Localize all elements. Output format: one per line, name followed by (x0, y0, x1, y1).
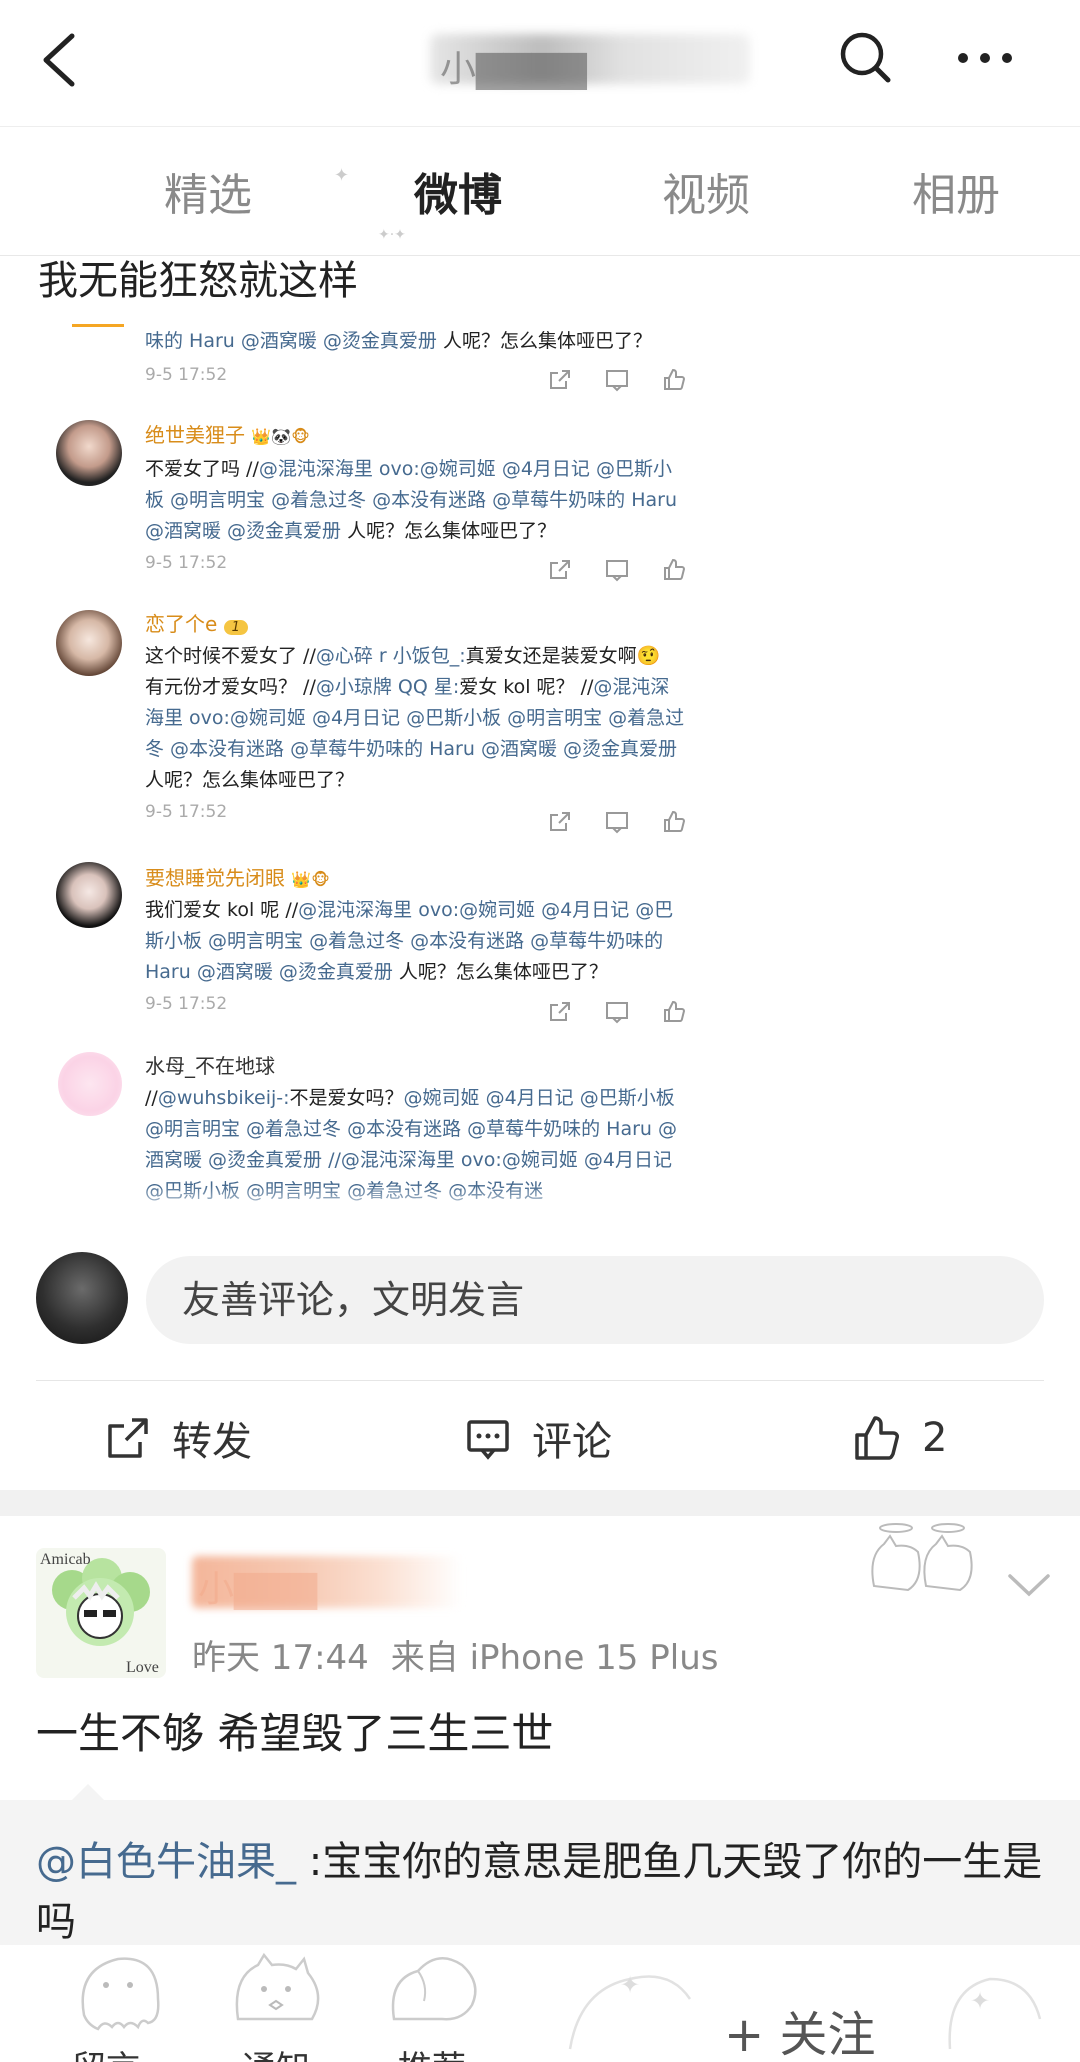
reply-mention[interactable]: @白色牛油果_ (36, 1839, 296, 1885)
comment-icon[interactable] (605, 368, 657, 396)
comment-icon (467, 1420, 509, 1460)
tab-weibo[interactable]: 微博 (414, 159, 502, 223)
comment-author[interactable]: 要想睡觉先闭眼 👑🐵 (145, 862, 685, 891)
repost-button[interactable]: 转发 (104, 1408, 252, 1468)
comment-author[interactable]: 水母_不在地球 (145, 1050, 685, 1079)
repost-icon (108, 1418, 148, 1458)
comment-actions (548, 810, 714, 838)
comment-author[interactable]: 绝世美狸子 👑🐼🐵 (145, 419, 685, 448)
comment-item: 要想睡觉先闭眼 👑🐵 我们爱女 kol 呢 //@混沌深海里 ovo:@婉司姬 … (145, 862, 685, 1014)
comment-actions (548, 558, 714, 586)
comment-actions (548, 368, 714, 396)
post-time: 昨天 17:44 (192, 1638, 369, 1678)
comment-input[interactable]: 友善评论，文明发言 (146, 1256, 1044, 1344)
divider (36, 1380, 1044, 1381)
comment-icon[interactable] (605, 1000, 657, 1028)
comment-author[interactable]: 恋了个e 1 (145, 608, 685, 637)
comment-item: 恋了个e 1 这个时候不爱女了 //@心碎 r 小饭包_:真爱女还是装爱女啊🤨 … (145, 608, 685, 822)
bottom-item-recommend[interactable]: 推荐 (378, 1945, 488, 2062)
back-arrow-icon[interactable] (38, 30, 82, 90)
avatar[interactable] (56, 420, 122, 486)
search-icon[interactable] (838, 30, 894, 86)
post-meta: 昨天 17:44 来自 iPhone 15 Plus (192, 1630, 718, 1679)
svg-text:✦·✦: ✦·✦ (378, 227, 406, 243)
comment-item: 水母_不在地球 //@wuhsbikeij-:不是爱女吗？@婉司姬 @4月日记 … (145, 1050, 685, 1207)
post-body: 一生不够 希望毁了三生三世 (36, 1709, 554, 1758)
comment-icon[interactable] (605, 558, 657, 586)
like-icon[interactable] (662, 1000, 714, 1028)
tab-featured[interactable]: 精选 (164, 159, 252, 223)
like-icon[interactable] (662, 810, 714, 838)
chevron-down-icon[interactable] (1004, 1570, 1054, 1600)
profile-tabs: 精选 ✦ ✦·✦ 微博 视频 相册 (0, 126, 1080, 256)
avatar[interactable] (56, 862, 122, 928)
repost-icon[interactable] (548, 368, 600, 396)
bottom-item-notify[interactable]: 通知 (222, 1945, 332, 2062)
comment-item: 绝世美狸子 👑🐼🐵 不爱女了吗 //@混沌深海里 ovo:@婉司姬 @4月日记 … (145, 419, 685, 573)
my-avatar[interactable] (36, 1252, 128, 1344)
post-heading: 我无能狂怒就这样 (38, 258, 358, 304)
more-options-icon[interactable] (955, 40, 1015, 76)
repost-icon[interactable] (548, 558, 600, 586)
post-source: 来自 iPhone 15 Plus (390, 1638, 719, 1678)
comment-actions (548, 1000, 714, 1028)
tab-videos[interactable]: 视频 (662, 159, 750, 223)
post-author[interactable]: 小▇▇▇ (198, 1560, 317, 1612)
moon-decoration-icon: ✦ ✦·✦ (334, 163, 406, 243)
top-bar: 小▇▇▇▇ (0, 0, 1080, 126)
svg-text:Amicab: Amicab (40, 1551, 91, 1568)
svg-text:✦: ✦ (970, 1987, 990, 2015)
comment-button[interactable]: 评论 (464, 1408, 612, 1468)
profile-title: 小▇▇▇▇ (440, 49, 587, 90)
follow-button[interactable]: + 关注 (724, 1995, 875, 2062)
avatar[interactable] (58, 1052, 122, 1116)
bottom-bar: 留言 通知 推荐 ✦ ✦ (0, 1945, 1080, 2062)
angel-cats-decoration-icon (871, 1523, 973, 1592)
svg-text:✦: ✦ (620, 1971, 640, 1999)
svg-text:Love: Love (126, 1659, 159, 1676)
cute-hand-icon (391, 1957, 477, 2021)
repost-icon[interactable] (548, 1000, 600, 1028)
reply-text: @白色牛油果_ :宝宝你的意思是肥鱼几天毁了你的一生是吗 (36, 1839, 1043, 1945)
section-separator (0, 1490, 1080, 1516)
cute-ghost-icon (81, 1957, 160, 2031)
embedded-screenshot: 我无能狂怒就这样 味的 Haru @酒窝暖 @烫金真爱册 人呢？怎么集体哑巴了？… (0, 256, 1080, 1216)
like-icon[interactable] (662, 368, 714, 396)
divider (72, 324, 124, 327)
like-icon[interactable] (662, 558, 714, 586)
like-button[interactable]: 2 (852, 1408, 947, 1468)
tab-album[interactable]: 相册 (912, 159, 1000, 223)
repost-icon[interactable] (548, 810, 600, 838)
avatar[interactable] (56, 610, 122, 676)
fade (0, 1186, 1080, 1216)
cute-cat-icon (235, 1952, 320, 2021)
svg-text:✦: ✦ (334, 165, 349, 186)
like-icon (855, 1416, 899, 1460)
bottom-item-message[interactable]: 留言 (64, 1945, 174, 2062)
comment-icon[interactable] (605, 810, 657, 838)
member-badge: 1 (223, 620, 248, 635)
post-avatar[interactable]: Amicab Love (36, 1548, 166, 1678)
